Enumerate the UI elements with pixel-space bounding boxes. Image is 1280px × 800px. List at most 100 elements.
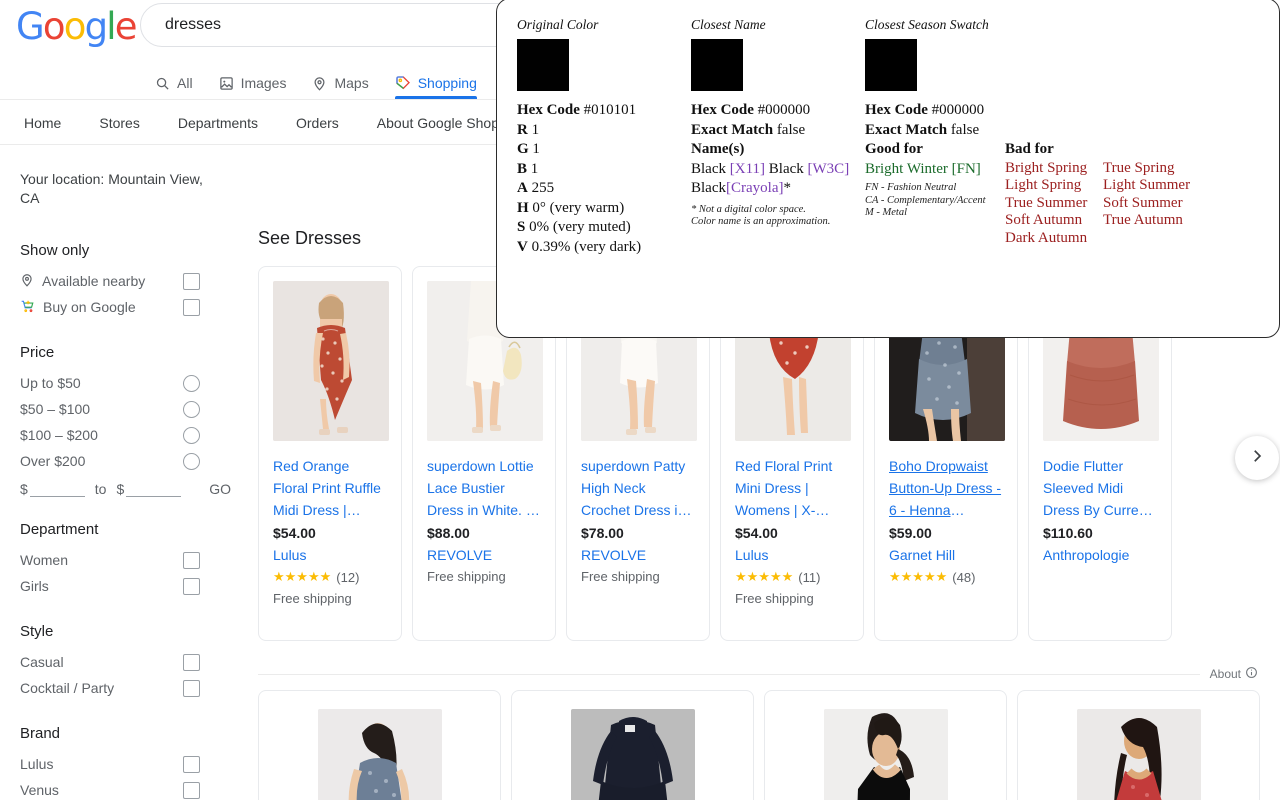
product-title[interactable]: superdown Patty High Neck Crochet Dress … bbox=[581, 455, 695, 521]
subnav-item-departments[interactable]: Departments bbox=[178, 115, 258, 131]
good-for-column: Good for Bright Winter [FN] FN - Fashion… bbox=[865, 140, 1005, 247]
about-label: About bbox=[1209, 667, 1241, 681]
tab-images[interactable]: Images bbox=[219, 62, 286, 98]
product-merchant[interactable]: Garnet Hill bbox=[889, 547, 1003, 563]
footnote-line-1: * Not a digital color space. bbox=[691, 203, 806, 215]
subnav-item-home[interactable]: Home bbox=[24, 115, 61, 131]
radio-100-200[interactable] bbox=[183, 426, 200, 444]
closest-name-hex-row: Hex Code #000000 bbox=[691, 101, 865, 121]
checkbox-venus[interactable] bbox=[183, 781, 200, 799]
bad-for-item: True Summer bbox=[1005, 194, 1088, 211]
carousel-next-button[interactable] bbox=[1235, 436, 1279, 480]
bad-for-item: Light Summer bbox=[1103, 177, 1191, 193]
max-price-input[interactable] bbox=[126, 480, 182, 497]
product-merchant[interactable]: Anthropologie bbox=[1043, 547, 1157, 563]
radio-over-200[interactable] bbox=[183, 452, 200, 470]
product-title[interactable]: Red Orange Floral Print Ruffle Midi Dres… bbox=[273, 455, 387, 521]
filter-row-venus[interactable]: Venus bbox=[20, 777, 230, 800]
closest-name-names-line-2: Black[Crayola]* bbox=[691, 179, 865, 199]
bad-for-label: Bad for bbox=[1005, 141, 1054, 157]
rating-stars: ★★★★★ bbox=[273, 569, 332, 584]
filter-row-lulus[interactable]: Lulus bbox=[20, 751, 230, 777]
filter-row-50-100[interactable]: $50 – $100 bbox=[20, 396, 230, 422]
color-name-1: Black bbox=[691, 160, 726, 177]
filter-label: $100 – $200 bbox=[20, 427, 98, 443]
color-name-source-2[interactable]: [W3C] bbox=[808, 161, 850, 177]
original-color-swatch bbox=[517, 39, 569, 91]
product-card[interactable]: Red Orange Floral Print Ruffle Midi Dres… bbox=[258, 266, 402, 641]
checkbox-casual[interactable] bbox=[183, 653, 200, 671]
filter-group-title: Brand bbox=[20, 725, 61, 742]
checkbox-lulus[interactable] bbox=[183, 755, 200, 773]
checkbox-women[interactable] bbox=[183, 551, 200, 569]
color-name-source-1[interactable]: [X11] bbox=[730, 161, 765, 177]
product-rating: ★★★★★ (11) bbox=[735, 569, 849, 585]
filter-group-show-only: Show only Available nearby Buy on Google bbox=[20, 242, 230, 320]
checkbox-available-nearby[interactable] bbox=[183, 272, 200, 290]
season-swatch-heading: Closest Season Swatch bbox=[865, 17, 989, 32]
original-g-key: G bbox=[517, 141, 529, 157]
product-title[interactable]: superdown Lottie Lace Bustier Dress in W… bbox=[427, 455, 541, 521]
filter-label: Venus bbox=[20, 782, 59, 798]
bad-for-item: Soft Autumn bbox=[1005, 212, 1083, 228]
bad-for-item: Dark Autumn bbox=[1005, 229, 1088, 246]
product-merchant[interactable]: REVOLVE bbox=[581, 547, 695, 563]
search-input[interactable]: dresses bbox=[165, 16, 221, 34]
filter-row-over-200[interactable]: Over $200 bbox=[20, 448, 230, 474]
closest-name-hex-key: Hex Code bbox=[691, 102, 754, 118]
about-link[interactable]: About bbox=[1210, 666, 1258, 682]
filter-group-price: Price Up to $50 $50 – $100 $100 – $200 O… bbox=[20, 344, 231, 497]
product-card[interactable] bbox=[511, 690, 754, 800]
product-image-navy-dropwaist-dress bbox=[570, 709, 695, 800]
product-card[interactable] bbox=[1017, 690, 1260, 800]
product-merchant[interactable]: Lulus bbox=[273, 547, 387, 563]
radio-up-to-50[interactable] bbox=[183, 374, 200, 392]
shopping-subnav: Home Stores Departments Orders About Goo… bbox=[0, 100, 525, 145]
filters-sidebar: Your location: Mountain View, CA Show on… bbox=[0, 145, 250, 800]
product-image-black-nike-sports-top bbox=[823, 709, 948, 800]
closest-name-exact-key: Exact Match bbox=[691, 121, 774, 138]
filter-row-cocktail-party[interactable]: Cocktail / Party bbox=[20, 675, 230, 701]
season-exact-row: Exact Match false bbox=[865, 121, 1201, 141]
filter-row-up-to-50[interactable]: Up to $50 bbox=[20, 370, 230, 396]
horizontal-rule bbox=[258, 673, 1200, 675]
filter-group-brand: Brand Lulus Venus ASOS bbox=[20, 725, 230, 800]
filter-row-girls[interactable]: Girls bbox=[20, 573, 230, 599]
product-card[interactable] bbox=[764, 690, 1007, 800]
filter-row-casual[interactable]: Casual bbox=[20, 649, 230, 675]
product-title[interactable]: Red Floral Print Mini Dress | Womens | X… bbox=[735, 455, 849, 521]
checkbox-buy-on-google[interactable] bbox=[183, 298, 200, 316]
product-title[interactable]: Dodie Flutter Sleeved Midi Dress By Curr… bbox=[1043, 455, 1157, 521]
tab-maps[interactable]: Maps bbox=[312, 62, 369, 98]
filter-row-buy-on-google[interactable]: Buy on Google bbox=[20, 294, 230, 320]
product-shipping: Free shipping bbox=[427, 569, 506, 584]
filter-row-women[interactable]: Women bbox=[20, 547, 230, 573]
product-card[interactable] bbox=[258, 690, 501, 800]
original-g-value: 1 bbox=[532, 141, 540, 157]
original-v-value: 0.39% (very dark) bbox=[531, 238, 642, 255]
color-name-source-3[interactable]: [Crayola] bbox=[726, 180, 783, 196]
radio-50-100[interactable] bbox=[183, 400, 200, 418]
season-hex-value: #000000 bbox=[931, 102, 985, 118]
product-title[interactable]: Boho Dropwaist Button-Up Dress - 6 - Hen… bbox=[889, 455, 1003, 521]
product-price: $110.60 bbox=[1043, 525, 1093, 541]
checkbox-cocktail-party[interactable] bbox=[183, 679, 200, 697]
filter-label: Lulus bbox=[20, 756, 54, 772]
bad-for-item: True Autumn bbox=[1103, 212, 1183, 228]
product-price: $78.00 bbox=[581, 525, 624, 541]
product-merchant[interactable]: Lulus bbox=[735, 547, 849, 563]
filter-row-available-nearby[interactable]: Available nearby bbox=[20, 268, 230, 294]
subnav-item-stores[interactable]: Stores bbox=[99, 115, 139, 131]
google-logo[interactable]: Google bbox=[16, 5, 138, 48]
tab-all[interactable]: All bbox=[155, 62, 193, 98]
checkbox-girls[interactable] bbox=[183, 577, 200, 595]
season-swatch bbox=[865, 39, 917, 91]
original-color-heading: Original Color bbox=[517, 17, 599, 32]
subnav-item-orders[interactable]: Orders bbox=[296, 115, 339, 131]
product-merchant[interactable]: REVOLVE bbox=[427, 547, 541, 563]
tab-shopping[interactable]: Shopping bbox=[394, 62, 478, 99]
min-price-input[interactable] bbox=[29, 480, 85, 497]
filter-row-100-200[interactable]: $100 – $200 bbox=[20, 422, 230, 448]
price-go-button[interactable]: GO bbox=[209, 481, 231, 497]
original-s-key: S bbox=[517, 219, 526, 235]
